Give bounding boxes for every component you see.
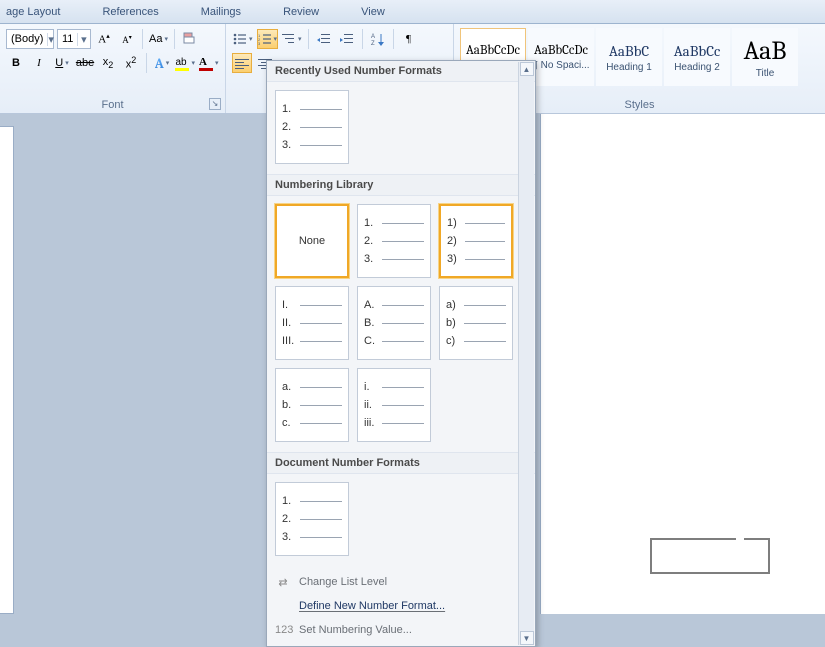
number-format-option[interactable]: a.b.c. bbox=[275, 368, 349, 442]
font-dialog-launcher[interactable]: ↘ bbox=[209, 98, 221, 110]
recent-formats-grid: 1.2.3. bbox=[267, 82, 535, 174]
svg-text:Z: Z bbox=[371, 41, 375, 46]
bold-button[interactable]: B bbox=[6, 53, 26, 73]
show-hide-button[interactable]: ¶ bbox=[399, 29, 419, 49]
eraser-icon bbox=[182, 31, 198, 47]
set-numbering-value-item: 123 Set Numbering Value... bbox=[267, 618, 535, 642]
change-case-button[interactable]: Aa▾ bbox=[148, 29, 169, 49]
sort-button[interactable]: AZ bbox=[368, 29, 388, 49]
scroll-up-button[interactable]: ▲ bbox=[520, 62, 534, 76]
svg-text:A: A bbox=[371, 34, 375, 40]
number-format-option[interactable]: I.II.III. bbox=[275, 286, 349, 360]
superscript-button[interactable]: x2 bbox=[121, 53, 141, 73]
font-name-combo[interactable]: (Body)▾ bbox=[6, 29, 54, 49]
ribbon-tabs: age Layout References Mailings Review Vi… bbox=[0, 0, 825, 24]
section-recently-used: Recently Used Number Formats bbox=[267, 61, 535, 82]
group-label-font: Font bbox=[0, 99, 225, 111]
number-format-option[interactable]: a)b)c) bbox=[439, 286, 513, 360]
list-level-icon: ⇄ bbox=[275, 576, 291, 589]
text-effects-button[interactable]: A▾ bbox=[152, 53, 172, 73]
tab-references[interactable]: References bbox=[96, 2, 164, 22]
define-new-format-item[interactable]: Define New Number Format... bbox=[267, 594, 535, 618]
grow-font-button[interactable]: A▴ bbox=[94, 29, 114, 49]
section-document: Document Number Formats bbox=[267, 452, 535, 474]
page-left-margin bbox=[0, 126, 14, 614]
italic-button[interactable]: I bbox=[29, 53, 49, 73]
number-format-option[interactable]: 1.2.3. bbox=[357, 204, 431, 278]
style---no-spaci---[interactable]: AaBbCcDc¶ No Spaci... bbox=[528, 28, 594, 86]
menu-commands: ⇄ Change List Level ▶ Define New Number … bbox=[267, 566, 535, 646]
group-font: (Body)▾ 11▾ A▴ A▾ Aa▾ B I U▾ x2 x2 A▾ ab… bbox=[0, 24, 226, 113]
bullets-button[interactable]: ▾ bbox=[232, 29, 254, 49]
font-size-combo[interactable]: 11▾ bbox=[57, 29, 91, 49]
multilevel-list-button[interactable]: ▾ bbox=[281, 29, 303, 49]
numbering-icon: 123 bbox=[258, 33, 272, 45]
text-cursor-frame bbox=[650, 538, 770, 574]
number-format-none[interactable]: None bbox=[275, 204, 349, 278]
document-page[interactable] bbox=[540, 114, 825, 614]
document-formats-grid: 1.2.3. bbox=[267, 474, 535, 566]
subscript-button[interactable]: x2 bbox=[98, 53, 118, 73]
section-library: Numbering Library bbox=[267, 174, 535, 196]
change-list-level-item: ⇄ Change List Level ▶ bbox=[267, 570, 535, 594]
number-format-option[interactable]: A.B.C. bbox=[357, 286, 431, 360]
library-grid: None1.2.3.1)2)3) I.II.III.A.B.C.a)b)c) a.b… bbox=[267, 196, 535, 452]
multilevel-icon bbox=[282, 33, 296, 45]
sort-icon: AZ bbox=[371, 32, 385, 46]
tab-review[interactable]: Review bbox=[277, 2, 325, 22]
style-title[interactable]: AaBTitle bbox=[732, 28, 798, 86]
style-heading-1[interactable]: AaBbCHeading 1 bbox=[596, 28, 662, 86]
decrease-indent-button[interactable] bbox=[314, 29, 334, 49]
scroll-down-button[interactable]: ▼ bbox=[520, 631, 534, 645]
tab-page-layout[interactable]: age Layout bbox=[0, 2, 66, 22]
align-left-button[interactable] bbox=[232, 53, 252, 73]
number-format-option[interactable]: 1.2.3. bbox=[275, 482, 349, 556]
indent-icon bbox=[340, 33, 354, 45]
numbering-button[interactable]: 123 ▾ bbox=[257, 29, 279, 49]
tab-mailings[interactable]: Mailings bbox=[195, 2, 247, 22]
style-heading-2[interactable]: AaBbCcHeading 2 bbox=[664, 28, 730, 86]
shrink-font-button[interactable]: A▾ bbox=[117, 29, 137, 49]
tab-view[interactable]: View bbox=[355, 2, 391, 22]
strikethrough-button[interactable] bbox=[75, 53, 95, 73]
font-color-button[interactable]: A▾ bbox=[198, 53, 219, 73]
numbering-value-icon: 123 bbox=[275, 624, 291, 636]
menu-scrollbar[interactable]: ▲ ▼ bbox=[518, 62, 534, 645]
increase-indent-button[interactable] bbox=[337, 29, 357, 49]
clear-formatting-button[interactable] bbox=[180, 29, 200, 49]
underline-button[interactable]: U▾ bbox=[52, 53, 72, 73]
number-format-option[interactable]: 1.2.3. bbox=[275, 90, 349, 164]
svg-text:3: 3 bbox=[258, 41, 261, 45]
number-format-option[interactable]: i.ii.iii. bbox=[357, 368, 431, 442]
bullets-icon bbox=[233, 33, 247, 45]
number-format-option[interactable]: 1)2)3) bbox=[439, 204, 513, 278]
outdent-icon bbox=[317, 33, 331, 45]
highlight-button[interactable]: ab▾ bbox=[175, 53, 196, 73]
numbering-dropdown: ▲ ▼ Recently Used Number Formats 1.2.3. … bbox=[266, 60, 536, 647]
